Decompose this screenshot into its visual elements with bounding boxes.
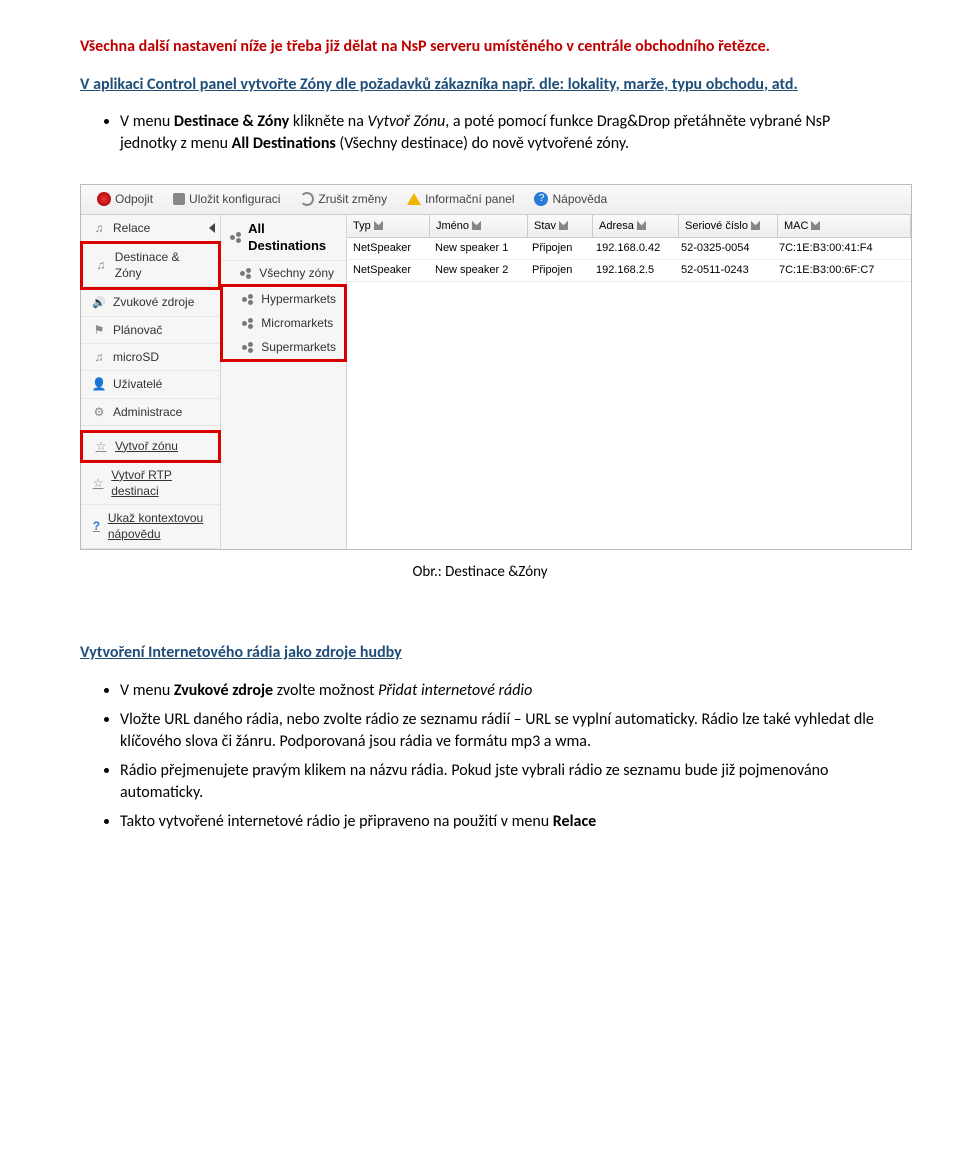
zone-icon bbox=[241, 340, 255, 354]
user-icon bbox=[91, 376, 107, 392]
star-icon bbox=[91, 475, 105, 491]
table-row[interactable]: NetSpeaker New speaker 1 Připojen 192.16… bbox=[347, 238, 911, 260]
app-toolbar: Odpojit Uložit konfiguraci Zrušit změny … bbox=[81, 185, 911, 214]
question-icon bbox=[91, 518, 102, 534]
instructions-list-2: V menu Zvukové zdroje zvolte možnost Při… bbox=[80, 680, 880, 834]
zone-icon bbox=[241, 316, 255, 330]
flag-icon bbox=[91, 322, 107, 338]
star-icon bbox=[93, 438, 109, 454]
gear-icon bbox=[91, 404, 107, 420]
music-icon bbox=[91, 349, 107, 365]
speaker-icon bbox=[91, 294, 107, 311]
sidebar-item-users[interactable]: Uživatelé bbox=[81, 371, 220, 398]
table-row[interactable]: NetSpeaker New speaker 2 Připojen 192.16… bbox=[347, 260, 911, 282]
filter-icon[interactable] bbox=[751, 221, 760, 230]
help-button[interactable]: ? Nápověda bbox=[526, 189, 615, 209]
figure-caption: Obr.: Destinace &Zóny bbox=[80, 562, 880, 582]
logout-button[interactable]: Odpojit bbox=[89, 189, 161, 209]
instruction-item: Takto vytvořené internetové rádio je při… bbox=[120, 811, 880, 833]
grid-header: Typ Jméno Stav Adresa Seriové číslo MAC bbox=[347, 215, 911, 239]
sidebar-item-dest-zones[interactable]: Destinace & Zóny bbox=[83, 244, 218, 287]
sidebar-item-scheduler[interactable]: Plánovač bbox=[81, 317, 220, 344]
revert-button[interactable]: Zrušit změny bbox=[292, 189, 395, 209]
music-icon bbox=[91, 220, 107, 236]
zones-panel: All Destinations Všechny zóny Hypermarke… bbox=[221, 215, 347, 549]
col-header-mac[interactable]: MAC bbox=[778, 215, 911, 238]
highlight-dest-zones: Destinace & Zóny bbox=[80, 241, 221, 290]
zone-item-micromarkets[interactable]: Micromarkets bbox=[223, 311, 344, 335]
info-panel-button[interactable]: Informační panel bbox=[399, 189, 522, 209]
sidebar-item-microsd[interactable]: microSD bbox=[81, 344, 220, 371]
logout-icon bbox=[97, 192, 111, 206]
col-header-jmeno[interactable]: Jméno bbox=[430, 215, 528, 238]
sidebar-action-context-help[interactable]: Ukaž kontextovou nápovědu bbox=[81, 505, 220, 548]
instruction-item: Vložte URL daného rádia, nebo zvolte rád… bbox=[120, 709, 880, 752]
filter-icon[interactable] bbox=[811, 221, 820, 230]
save-config-button[interactable]: Uložit konfiguraci bbox=[165, 189, 288, 209]
instruction-item: V menu Zvukové zdroje zvolte možnost Při… bbox=[120, 680, 880, 702]
filter-icon[interactable] bbox=[637, 221, 646, 230]
zone-item-all[interactable]: Všechny zóny bbox=[221, 261, 346, 285]
col-header-typ[interactable]: Typ bbox=[347, 215, 430, 238]
zone-icon bbox=[239, 266, 253, 280]
sidebar-item-administration[interactable]: Administrace bbox=[81, 399, 220, 426]
sidebar-action-create-rtp[interactable]: Vytvoř RTP destinaci bbox=[81, 462, 220, 505]
save-icon bbox=[173, 193, 185, 205]
zone-icon bbox=[241, 292, 255, 306]
instruction-item-1: V menu Destinace & Zóny klikněte na Vytv… bbox=[120, 111, 880, 154]
filter-icon[interactable] bbox=[472, 221, 481, 230]
revert-icon bbox=[300, 192, 314, 206]
paragraph-create-zones: V aplikaci Control panel vytvořte Zóny d… bbox=[80, 74, 880, 96]
sidebar-item-sessions[interactable]: Relace bbox=[81, 215, 220, 242]
zones-title: All Destinations bbox=[221, 215, 346, 261]
filter-icon[interactable] bbox=[374, 221, 383, 230]
paragraph-alert-settings: Všechna další nastavení níže je třeba ji… bbox=[80, 36, 880, 58]
help-icon: ? bbox=[534, 192, 548, 206]
highlight-create-zone: Vytvoř zónu bbox=[80, 430, 221, 463]
col-header-stav[interactable]: Stav bbox=[528, 215, 593, 238]
sidebar-action-create-zone[interactable]: Vytvoř zónu bbox=[83, 433, 218, 460]
sidebar-item-sources[interactable]: Zvukové zdroje bbox=[81, 289, 220, 317]
col-header-seriove[interactable]: Seriové číslo bbox=[679, 215, 778, 238]
instructions-list-1: V menu Destinace & Zóny klikněte na Vytv… bbox=[80, 111, 880, 154]
sidebar: Relace Destinace & Zóny Zvukové zdroje P… bbox=[81, 215, 221, 549]
instruction-item: Rádio přejmenujete pravým klikem na názv… bbox=[120, 760, 880, 803]
music-icon bbox=[93, 257, 109, 273]
zone-item-hypermarkets[interactable]: Hypermarkets bbox=[223, 287, 344, 311]
heading-internet-radio: Vytvoření Internetového rádia jako zdroj… bbox=[80, 642, 880, 664]
col-header-adresa[interactable]: Adresa bbox=[593, 215, 679, 238]
warning-icon bbox=[407, 193, 421, 205]
zone-item-supermarkets[interactable]: Supermarkets bbox=[223, 335, 344, 359]
filter-icon[interactable] bbox=[559, 221, 568, 230]
zones-icon bbox=[229, 230, 242, 244]
destinations-grid: Typ Jméno Stav Adresa Seriové číslo MAC … bbox=[347, 215, 911, 549]
collapse-arrow-icon[interactable] bbox=[209, 223, 215, 233]
highlight-custom-zones: Hypermarkets Micromarkets Supermarkets bbox=[220, 284, 347, 363]
app-screenshot: Odpojit Uložit konfiguraci Zrušit změny … bbox=[80, 184, 912, 549]
